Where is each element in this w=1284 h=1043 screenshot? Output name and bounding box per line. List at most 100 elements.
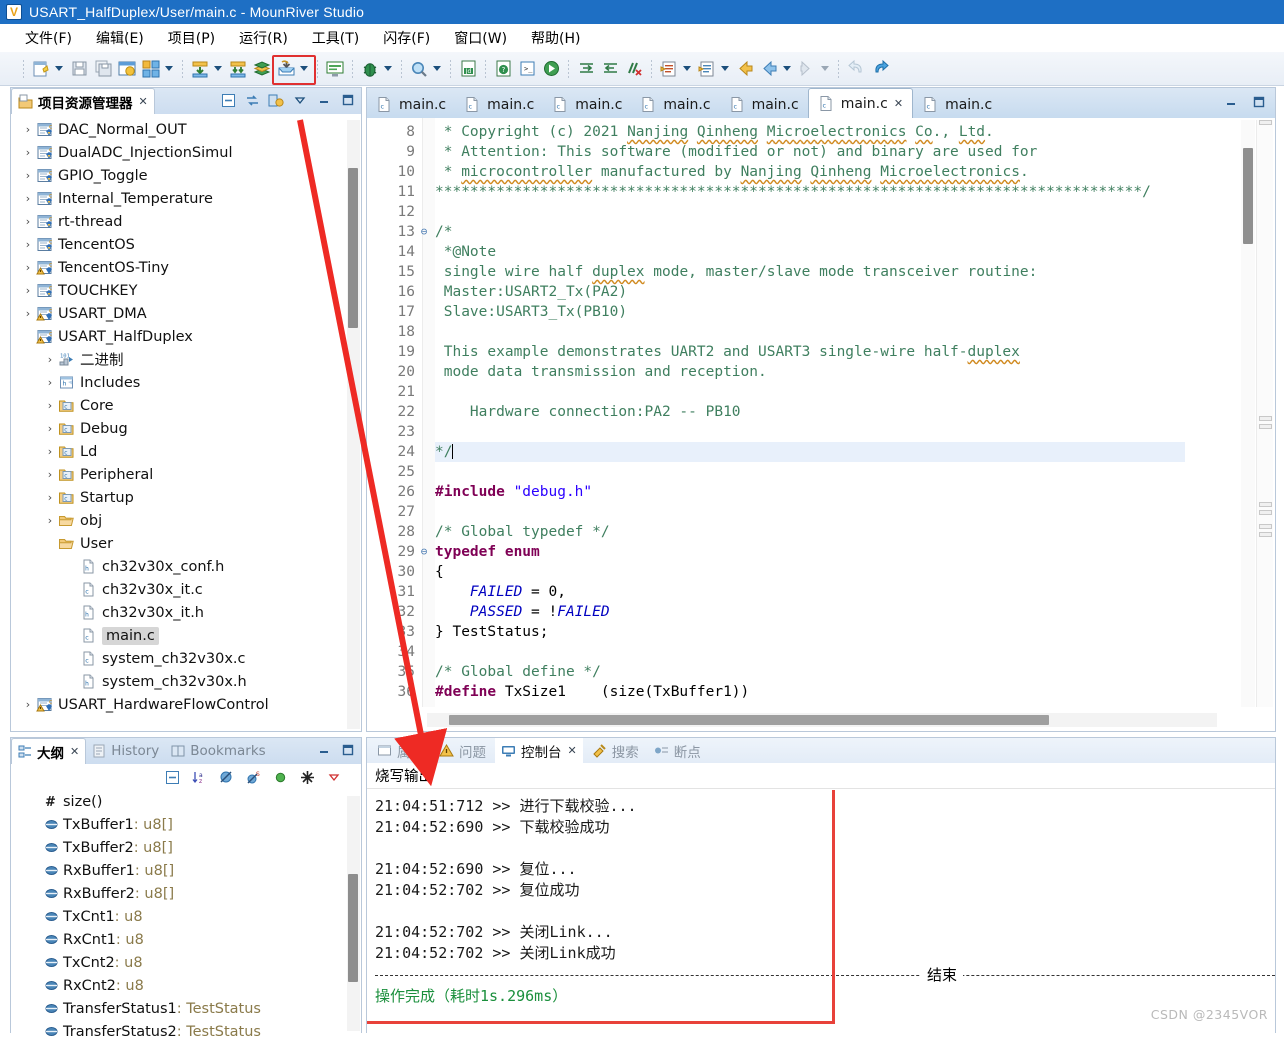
- debug-icon[interactable]: [359, 58, 381, 80]
- chevron-right-icon[interactable]: ›: [21, 169, 35, 182]
- scrollbar-thumb[interactable]: [1243, 148, 1253, 244]
- code-line[interactable]: 10 * microcontroller manufactured by Nan…: [367, 162, 1235, 182]
- close-icon[interactable]: ✕: [70, 745, 79, 758]
- scrollbar-thumb[interactable]: [348, 168, 358, 328]
- editor-overview-ruler[interactable]: [1256, 120, 1273, 707]
- code-line[interactable]: 19 This example demonstrates UART2 and U…: [367, 342, 1235, 362]
- resume-icon[interactable]: [540, 58, 562, 80]
- hide-nonpublic-icon[interactable]: [271, 768, 289, 786]
- download-dropdown[interactable]: [212, 59, 223, 79]
- code-line[interactable]: 32 PASSED = !FAILED: [367, 602, 1235, 622]
- tab-history[interactable]: History: [86, 738, 165, 764]
- chevron-down-icon[interactable]: ⱟ: [21, 331, 35, 342]
- filters-icon[interactable]: [298, 768, 316, 786]
- tree-item[interactable]: › c TencentOS-Tiny: [11, 256, 361, 279]
- download-icon[interactable]: [189, 58, 211, 80]
- chevron-down-icon[interactable]: ⱟ: [43, 538, 57, 549]
- new-file-dropdown[interactable]: [53, 59, 64, 79]
- tree-item[interactable]: › c USART_DMA: [11, 302, 361, 325]
- tree-item[interactable]: c ch32v30x_it.c: [11, 578, 361, 601]
- tree-item[interactable]: › c Peripheral: [11, 463, 361, 486]
- code-line[interactable]: 20 mode data transmission and reception.: [367, 362, 1235, 382]
- code-line[interactable]: 13 ⊖/*: [367, 222, 1235, 242]
- save-icon[interactable]: [68, 58, 90, 80]
- code-line[interactable]: 29 ⊖ typedef enum: [367, 542, 1235, 562]
- console-icon[interactable]: >_: [516, 58, 538, 80]
- editor-tab[interactable]: c main.c: [913, 91, 1001, 118]
- maximize-icon[interactable]: [1250, 93, 1268, 111]
- code-line[interactable]: 11 **************************************…: [367, 182, 1235, 202]
- console-tab[interactable]: 控制台 ✕: [495, 738, 583, 763]
- code-line[interactable]: 21: [367, 382, 1235, 402]
- chevron-right-icon[interactable]: ›: [43, 376, 57, 389]
- code-line[interactable]: 12: [367, 202, 1235, 222]
- maximize-icon[interactable]: [339, 741, 357, 759]
- close-icon[interactable]: ✕: [568, 744, 577, 757]
- outline-item[interactable]: TransferStatus1 : TestStatus: [11, 997, 361, 1020]
- back-icon[interactable]: [734, 58, 756, 80]
- tree-item[interactable]: › h Includes: [11, 371, 361, 394]
- editor-tab[interactable]: c main.c: [720, 91, 808, 118]
- code-line[interactable]: 9 * Attention: This software (modified o…: [367, 142, 1235, 162]
- menu-flash[interactable]: 闪存(F): [380, 26, 433, 50]
- console-tab[interactable]: 搜索: [586, 738, 645, 763]
- tab-project-explorer[interactable]: 项目资源管理器 ✕: [11, 88, 155, 114]
- editor-tab[interactable]: c main.c: [543, 91, 631, 118]
- chevron-right-icon[interactable]: ›: [21, 192, 35, 205]
- tree-item[interactable]: › c Ld: [11, 440, 361, 463]
- build-project-icon[interactable]: [140, 58, 162, 80]
- console-tab[interactable]: 问题: [433, 738, 492, 763]
- code-line[interactable]: 16 Master:USART2_Tx(PA2): [367, 282, 1235, 302]
- search-icon[interactable]: [408, 58, 430, 80]
- hide-static-icon[interactable]: S: [244, 768, 262, 786]
- view-dropdown-icon[interactable]: [291, 91, 309, 109]
- fold-toggle-icon[interactable]: ⊖: [417, 222, 431, 242]
- clear-markers-icon[interactable]: [623, 58, 645, 80]
- debug-dropdown[interactable]: [382, 59, 393, 79]
- menu-project[interactable]: 项目(P): [165, 26, 218, 50]
- tree-item[interactable]: › c Internal_Temperature: [11, 187, 361, 210]
- open-declaration-dropdown[interactable]: [681, 59, 692, 79]
- chevron-right-icon[interactable]: ›: [21, 238, 35, 251]
- code-line[interactable]: 28/* Global typedef */: [367, 522, 1235, 542]
- outline-item[interactable]: RxCnt2 : u8: [11, 974, 361, 997]
- help-icon[interactable]: ?: [492, 58, 514, 80]
- collapse-all-icon[interactable]: [219, 91, 237, 109]
- code-line[interactable]: 26 #include "debug.h": [367, 482, 1235, 502]
- terminal-icon[interactable]: [324, 58, 346, 80]
- editor-tab[interactable]: c main.c: [367, 91, 455, 118]
- tree-item[interactable]: ⱟ c USART_HalfDuplex: [11, 325, 361, 348]
- tab-outline[interactable]: 大纲 ✕: [11, 738, 86, 764]
- console-tab[interactable]: 断点: [648, 738, 707, 763]
- outline-item[interactable]: # size(): [11, 790, 361, 813]
- build-dropdown[interactable]: [163, 59, 174, 79]
- save-all-icon[interactable]: [92, 58, 114, 80]
- outline-list[interactable]: # size() TxBuffer1 : u8[] TxBuffer2 : u8[] R…: [11, 790, 361, 1043]
- code-area[interactable]: 8 * Copyright (c) 2021 Nanjing Qinheng M…: [367, 118, 1275, 731]
- chevron-right-icon[interactable]: ›: [21, 261, 35, 274]
- chevron-right-icon[interactable]: ›: [43, 491, 57, 504]
- tree-item[interactable]: ⱟ User: [11, 532, 361, 555]
- code-line[interactable]: 17 Slave:USART3_Tx(PB10): [367, 302, 1235, 322]
- download-all-icon[interactable]: [227, 58, 249, 80]
- hide-fields-icon[interactable]: [217, 768, 235, 786]
- project-tree[interactable]: › c DAC_Normal_OUT › c DualADC_InjectionSimul…: [11, 114, 361, 731]
- menu-file[interactable]: 文件(F): [22, 26, 75, 50]
- prev-edit-icon[interactable]: [599, 58, 621, 80]
- tree-item[interactable]: › 101 二进制: [11, 348, 361, 371]
- close-icon[interactable]: ✕: [894, 97, 903, 110]
- chevron-right-icon[interactable]: ›: [43, 422, 57, 435]
- console-tab[interactable]: 属性: [371, 738, 430, 763]
- code-line[interactable]: 24 */: [367, 442, 1235, 462]
- fold-toggle-icon[interactable]: ⊖: [417, 542, 431, 562]
- chevron-right-icon[interactable]: ›: [21, 284, 35, 297]
- link-with-editor-icon[interactable]: [243, 91, 261, 109]
- next-edit-icon[interactable]: [575, 58, 597, 80]
- tree-item[interactable]: c system_ch32v30x.c: [11, 647, 361, 670]
- view-dropdown-icon[interactable]: [325, 768, 343, 786]
- tab-bookmarks[interactable]: Bookmarks: [165, 738, 271, 764]
- outline-item[interactable]: RxBuffer2 : u8[]: [11, 882, 361, 905]
- chevron-right-icon[interactable]: ›: [43, 445, 57, 458]
- code-line[interactable]: 30 {: [367, 562, 1235, 582]
- tree-item[interactable]: › c TOUCHKEY: [11, 279, 361, 302]
